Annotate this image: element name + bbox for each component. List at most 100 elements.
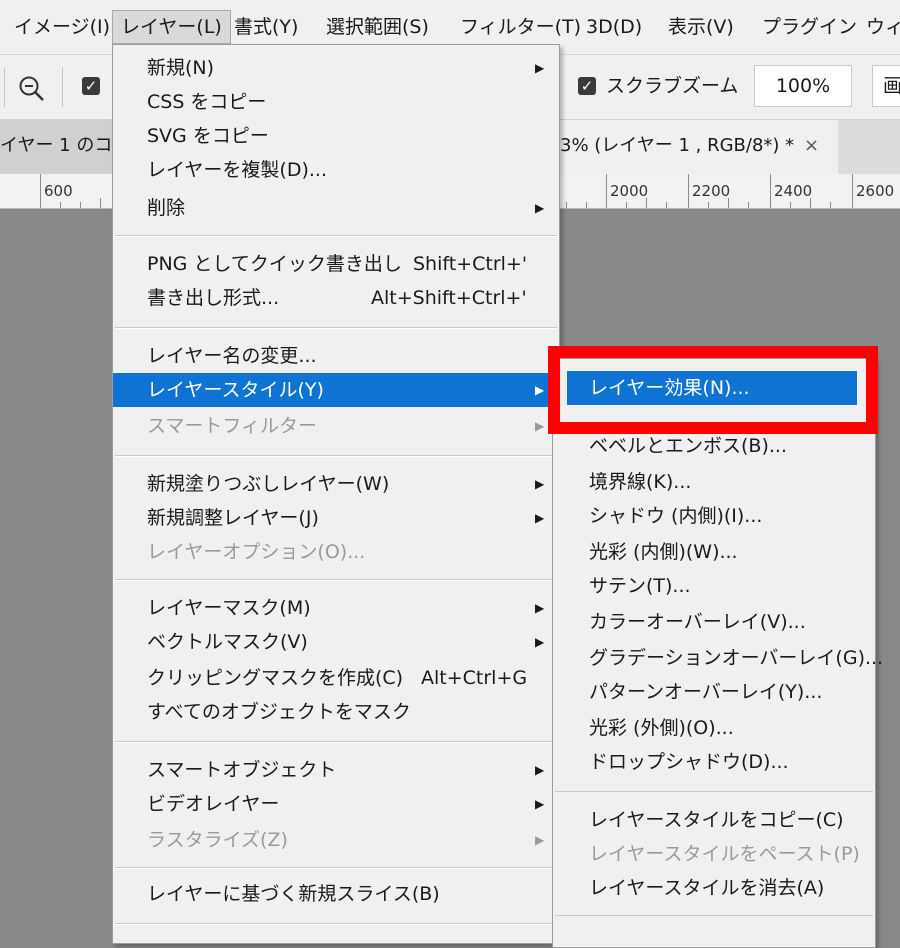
menu-filter[interactable]: フィルター(T) [460,10,581,44]
menu-item-duplicate-layer[interactable]: レイヤーを複製(D)... [113,153,559,187]
checkbox-checked-icon[interactable]: ✓ [82,77,100,95]
ruler-label: 2600 [856,182,895,200]
menu-divider [115,579,557,581]
ruler-tick [852,174,853,208]
ruler-tick [80,202,81,208]
ruler-tick [626,202,627,208]
submenu-item-satin[interactable]: サテン(T)... [553,569,875,603]
separator [4,67,5,107]
submenu-item-inner-shadow[interactable]: シャドウ (内側)(I)... [553,499,875,533]
tab-document-2[interactable]: 3% (レイヤー 1 , RGB/8*) * × [560,120,838,174]
ruler-tick [60,202,61,208]
menu-item-create-clipping-mask[interactable]: クリッピングマスクを作成(C) Alt+Ctrl+G [113,661,559,695]
submenu-item-outer-glow[interactable]: 光彩 (外側)(O)... [553,711,875,745]
ruler-tick [708,202,709,208]
submenu-arrow-icon: ▶ [535,763,545,777]
menu-item-shortcut: Shift+Ctrl+' [413,253,528,275]
menu-item-new-adjustment-layer[interactable]: 新規調整レイヤー(J) ▶ [113,501,559,535]
menu-3d[interactable]: 3D(D) [586,10,642,44]
menu-item-label: レイヤースタイル(Y) [147,379,324,401]
menu-item-label: ビデオレイヤー [147,793,280,815]
menu-item-label: 新規調整レイヤー(J) [147,507,319,529]
ruler-tick [728,198,729,208]
submenu-item-bevel-emboss[interactable]: ベベルとエンボス(B)... [553,429,875,463]
submenu-item-drop-shadow[interactable]: ドロップシャドウ(D)... [553,745,875,779]
menu-item-label: サテン(T)... [589,575,691,597]
menu-item-delete[interactable]: 削除 ▶ [113,191,559,225]
menu-item-label: 新規(N) [147,57,215,79]
submenu-arrow-icon: ▶ [535,601,545,615]
menu-divider [115,867,557,869]
menu-divider [115,741,557,743]
tab-document-1[interactable]: イヤー 1 のコ [0,120,118,174]
menu-item-label: レイヤースタイルを消去(A) [589,877,825,899]
submenu-arrow-icon: ▶ [535,797,545,811]
menu-item-rasterize[interactable]: ラスタライズ(Z) ▶ [113,823,559,857]
submenu-item-color-overlay[interactable]: カラーオーバーレイ(V)... [553,605,875,639]
menu-item-layer-style[interactable]: レイヤースタイル(Y) ▶ [113,373,559,407]
submenu-item-copy-layer-style[interactable]: レイヤースタイルをコピー(C) [553,803,875,837]
submenu-arrow-icon: ▶ [535,201,545,215]
menu-item-quick-export-png[interactable]: PNG としてクイック書き出し Shift+Ctrl+' [113,247,559,281]
separator [62,67,63,107]
ruler-tick [770,174,771,208]
submenu-arrow-icon: ▶ [535,833,545,847]
zoom-out-icon[interactable] [18,75,46,103]
scrubby-zoom-checkbox[interactable]: ✓ [578,77,596,95]
menu-item-label: レイヤーマスク(M) [147,597,311,619]
menu-item-label: クリッピングマスクを作成(C) [147,667,404,689]
fill-screen-button[interactable]: 画 [872,65,900,107]
menu-layer[interactable]: レイヤー(L) [112,10,231,44]
menu-item-new-fill-layer[interactable]: 新規塗りつぶしレイヤー(W) ▶ [113,467,559,501]
menu-item-label: レイヤーに基づく新規スライス(B) [147,883,440,905]
menu-image[interactable]: イメージ(I) [14,10,110,44]
menu-item-label: レイヤー名の変更... [147,345,317,367]
menu-item-layer-options[interactable]: レイヤーオプション(O)... [113,535,559,569]
menu-item-copy-css[interactable]: CSS をコピー [113,85,559,119]
ruler-tick [688,174,689,208]
menu-item-layer-mask[interactable]: レイヤーマスク(M) ▶ [113,591,559,625]
ruler-label: 2400 [774,182,813,200]
menu-select[interactable]: 選択範囲(S) [326,10,429,44]
menu-item-vector-mask[interactable]: ベクトルマスク(V) ▶ [113,625,559,659]
menu-plugins[interactable]: プラグイン [762,10,857,44]
menu-item-new[interactable]: 新規(N) ▶ [113,51,559,85]
submenu-item-clear-layer-style[interactable]: レイヤースタイルを消去(A) [553,871,875,905]
menu-item-smart-object[interactable]: スマートオブジェクト ▶ [113,753,559,787]
menu-item-label: 削除 [147,197,186,219]
submenu-item-paste-layer-style[interactable]: レイヤースタイルをペースト(P) [553,837,875,871]
ruler-tick [586,202,587,208]
menu-item-export-as[interactable]: 書き出し形式... Alt+Shift+Ctrl+' [113,281,559,315]
submenu-item-inner-glow[interactable]: 光彩 (内側)(W)... [553,535,875,569]
menu-item-copy-svg[interactable]: SVG をコピー [113,119,559,153]
menu-item-label: CSS をコピー [147,91,267,113]
menu-view[interactable]: 表示(V) [668,10,734,44]
menu-divider [555,791,873,792]
submenu-item-stroke[interactable]: 境界線(K)... [553,465,875,499]
menu-item-label: SVG をコピー [147,125,269,147]
menu-item-video-layer[interactable]: ビデオレイヤー ▶ [113,787,559,821]
menu-type[interactable]: 書式(Y) [234,10,298,44]
submenu-arrow-icon: ▶ [535,383,545,397]
menu-item-shortcut: Alt+Ctrl+G [421,667,528,689]
menu-divider [555,915,873,916]
menu-item-smart-filter[interactable]: スマートフィルター ▶ [113,409,559,443]
highlight-annotation-box [548,346,878,434]
zoom-percent-field[interactable]: 100% [754,65,852,107]
submenu-item-gradient-overlay[interactable]: グラデーションオーバーレイ(G)... [553,641,883,675]
close-icon[interactable]: × [804,120,819,172]
menu-item-label: PNG としてクイック書き出し [147,253,402,275]
menu-item-rename-layer[interactable]: レイヤー名の変更... [113,339,559,373]
submenu-item-pattern-overlay[interactable]: パターンオーバーレイ(Y)... [553,675,875,709]
menu-item-label: 境界線(K)... [589,471,692,493]
menu-item-label: ベクトルマスク(V) [147,631,308,653]
menu-item-new-layer-based-slice[interactable]: レイヤーに基づく新規スライス(B) [113,877,559,911]
submenu-arrow-icon: ▶ [535,511,545,525]
menu-window[interactable]: ウィ [866,10,900,44]
menu-item-mask-all-objects[interactable]: すべてのオブジェクトをマスク [113,695,559,729]
ruler-tick [830,202,831,208]
submenu-arrow-icon: ▶ [535,419,545,433]
menu-divider [115,923,557,925]
ruler-tick [646,198,647,208]
menu-item-label: スマートフィルター [147,415,318,437]
